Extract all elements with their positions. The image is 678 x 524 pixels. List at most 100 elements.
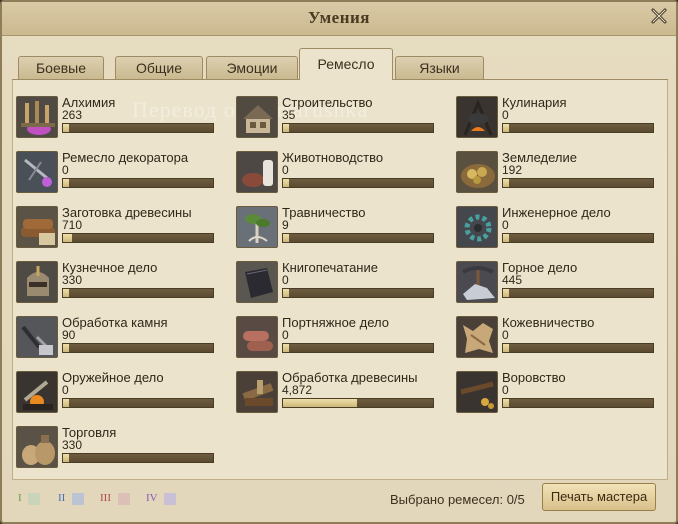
weaponry-icon [16, 371, 58, 413]
husbandry-icon [236, 151, 278, 193]
skill-progress-fill [283, 124, 289, 132]
window-title: Умения [308, 8, 370, 27]
legend-label: III [100, 492, 111, 504]
skill-progress-bar [282, 123, 434, 133]
tab-emotes[interactable]: Эмоции [206, 56, 298, 80]
skill-value: 9 [282, 218, 289, 232]
skill-progress-fill [63, 289, 69, 297]
skill-farming[interactable]: Земледелие 192 [456, 150, 656, 195]
skill-husbandry[interactable]: Животноводство 0 [236, 150, 436, 195]
legend-swatch [28, 493, 40, 505]
skill-name: Книгопечатание [282, 260, 378, 275]
legend-swatch [72, 493, 84, 505]
skill-value: 35 [282, 108, 296, 122]
herbalism-icon [236, 206, 278, 248]
skill-carpentry[interactable]: Обработка древесины 4,872 [236, 370, 436, 415]
skill-mining[interactable]: Горное дело 445 [456, 260, 656, 305]
skill-progress-bar [282, 343, 434, 353]
commerce-icon [16, 426, 58, 468]
skill-progress-fill [63, 454, 69, 462]
skill-progress-fill [503, 289, 509, 297]
skill-construction[interactable]: Строительство 35 [236, 95, 436, 140]
skill-value: 0 [282, 328, 289, 342]
skill-progress-bar [62, 178, 214, 188]
skill-progress-bar [282, 178, 434, 188]
skill-progress-bar [282, 288, 434, 298]
skill-name: Строительство [282, 95, 373, 110]
close-icon[interactable] [648, 5, 670, 27]
skill-value: 0 [62, 163, 69, 177]
tab-crafting[interactable]: Ремесло [299, 48, 393, 80]
skill-progress-bar [62, 453, 214, 463]
skill-name: Оружейное дело [62, 370, 164, 385]
skill-name: Воровство [502, 370, 566, 385]
alchemy-icon [16, 96, 58, 138]
printing-icon [236, 261, 278, 303]
skill-progress-fill [63, 399, 69, 407]
skill-leatherwork[interactable]: Кожевничество 0 [456, 315, 656, 360]
metalwork-icon [16, 261, 58, 303]
legend-label: IV [146, 492, 158, 504]
skill-name: Кулинария [502, 95, 567, 110]
cooking-icon [456, 96, 498, 138]
handicraft-icon [16, 151, 58, 193]
skill-progress-fill [503, 344, 509, 352]
skill-name: Кожевничество [502, 315, 595, 330]
leatherwork-icon [456, 316, 498, 358]
title-bar: Умения [2, 2, 676, 36]
skill-cooking[interactable]: Кулинария 0 [456, 95, 656, 140]
skill-value: 0 [502, 108, 509, 122]
skill-metalwork[interactable]: Кузнечное дело 330 [16, 260, 216, 305]
skill-value: 445 [502, 273, 523, 287]
skill-weaponry[interactable]: Оружейное дело 0 [16, 370, 216, 415]
skill-value: 330 [62, 273, 83, 287]
skill-stonework[interactable]: Обработка камня 90 [16, 315, 216, 360]
carpentry-icon [236, 371, 278, 413]
skill-progress-bar [282, 398, 434, 408]
skill-progress-bar [502, 123, 654, 133]
skill-machining[interactable]: Инженерное дело 0 [456, 205, 656, 250]
skill-name: Ремесло декоратора [62, 150, 189, 165]
skill-progress-fill [503, 234, 509, 242]
skill-progress-fill [503, 124, 509, 132]
skill-value: 0 [502, 218, 509, 232]
skill-progress-fill [503, 179, 509, 187]
construction-icon [236, 96, 278, 138]
skill-progress-fill [63, 124, 69, 132]
skill-name: Инженерное дело [502, 205, 611, 220]
skill-progress-fill [283, 234, 289, 242]
skill-name: Портняжное дело [282, 315, 389, 330]
skill-printing[interactable]: Книгопечатание 0 [236, 260, 436, 305]
selected-value: 0/5 [506, 492, 525, 507]
skill-logging[interactable]: Заготовка древесины 710 [16, 205, 216, 250]
skill-tailoring[interactable]: Портняжное дело 0 [236, 315, 436, 360]
skill-progress-bar [62, 343, 214, 353]
skill-progress-fill [283, 344, 289, 352]
skill-progress-fill [283, 289, 289, 297]
skill-progress-fill [503, 399, 509, 407]
skill-value: 4,872 [282, 383, 313, 397]
skill-herbalism[interactable]: Травничество 9 [236, 205, 436, 250]
skill-progress-bar [502, 398, 654, 408]
skill-larceny[interactable]: Воровство 0 [456, 370, 656, 415]
stonework-icon [16, 316, 58, 358]
tab-combat[interactable]: Боевые [18, 56, 104, 80]
mining-icon [456, 261, 498, 303]
skill-name: Животноводство [282, 150, 384, 165]
skill-progress-bar [502, 343, 654, 353]
skill-value: 263 [62, 108, 83, 122]
skill-alchemy[interactable]: Алхимия 263 [16, 95, 216, 140]
skill-handicraft[interactable]: Ремесло декоратора 0 [16, 150, 216, 195]
selected-label: Выбрано ремесел: [390, 492, 504, 507]
selected-crafts-count: Выбрано ремесел: 0/5 [390, 492, 525, 507]
legend-label: I [18, 492, 22, 504]
skill-commerce[interactable]: Торговля 330 [16, 425, 216, 470]
tab-general[interactable]: Общие [115, 56, 203, 80]
tab-languages[interactable]: Языки [395, 56, 484, 80]
legend-swatch [164, 493, 176, 505]
skill-progress-bar [62, 288, 214, 298]
skill-progress-bar [502, 178, 654, 188]
skill-value: 0 [502, 383, 509, 397]
print-master-button[interactable]: Печать мастера [542, 483, 656, 511]
skill-name: Обработка камня [62, 315, 168, 330]
